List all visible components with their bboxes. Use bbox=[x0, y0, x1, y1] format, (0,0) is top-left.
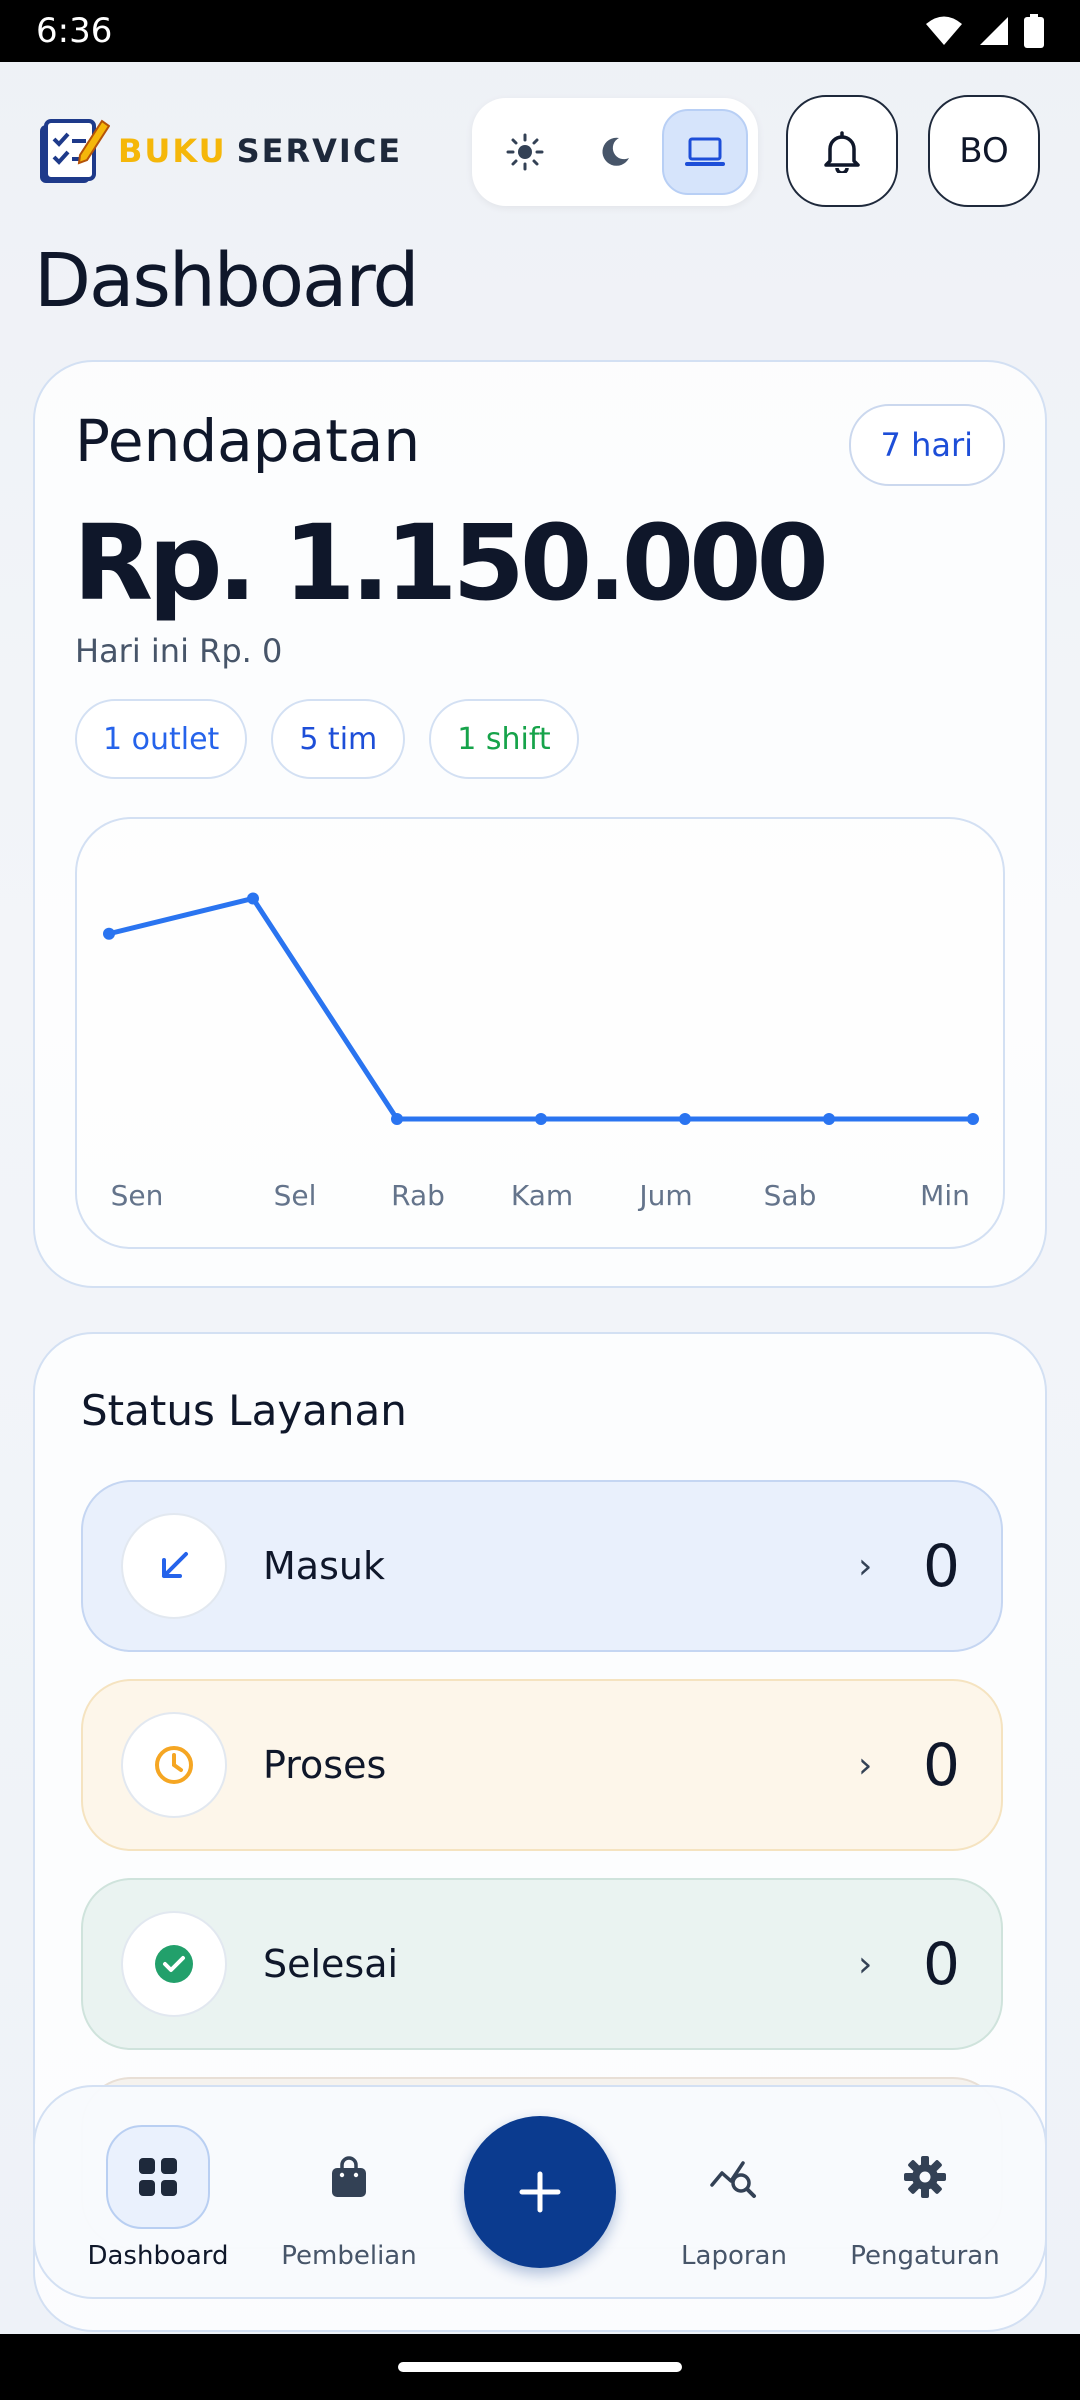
status-count: 0 bbox=[923, 1930, 960, 1998]
status-label: Proses bbox=[263, 1743, 387, 1787]
data-point-sel[interactable] bbox=[247, 892, 259, 905]
x-tick-label: Sab bbox=[764, 1179, 817, 1212]
nav-label: Laporan bbox=[681, 2241, 787, 2271]
nav-laporan[interactable]: Laporan bbox=[649, 2087, 819, 2301]
status-icon-wrap bbox=[121, 1911, 227, 2017]
x-tick-label: Jum bbox=[637, 1179, 692, 1212]
gear-icon bbox=[904, 2156, 946, 2198]
nav-label: Pembelian bbox=[281, 2241, 417, 2271]
x-tick-label: Sel bbox=[274, 1179, 317, 1212]
theme-switcher bbox=[472, 98, 758, 206]
status-icons bbox=[924, 14, 1044, 48]
home-indicator[interactable] bbox=[398, 2362, 682, 2372]
x-tick-label: Min bbox=[920, 1179, 970, 1212]
status-count: 0 bbox=[923, 1532, 960, 1600]
app-name-part2: SERVICE bbox=[236, 132, 403, 170]
notifications-button[interactable] bbox=[786, 95, 898, 207]
revenue-series-line bbox=[108, 895, 973, 1122]
x-tick-label: Sen bbox=[111, 1179, 164, 1212]
status-row-masuk[interactable]: Masuk › 0 bbox=[81, 1480, 1003, 1652]
status-icon-wrap bbox=[121, 1712, 227, 1818]
laptop-icon bbox=[685, 137, 725, 166]
revenue-amount: Rp. 1.150.000 bbox=[73, 502, 829, 624]
notebook-pencil-icon bbox=[40, 119, 110, 183]
chevron-right-icon: › bbox=[858, 1943, 873, 1985]
bell-icon bbox=[824, 131, 860, 173]
app-name-part1: BUKU bbox=[118, 132, 227, 170]
signal-icon bbox=[980, 17, 1008, 45]
app-logo[interactable]: BUKU SERVICE bbox=[36, 115, 402, 187]
nav-pembelian[interactable]: Pembelian bbox=[264, 2087, 434, 2301]
status-count: 0 bbox=[923, 1731, 960, 1799]
battery-icon bbox=[1024, 14, 1044, 48]
data-point-sab[interactable] bbox=[823, 1113, 835, 1125]
revenue-today: Hari ini Rp. 0 bbox=[75, 632, 283, 670]
plus-icon bbox=[519, 2171, 561, 2213]
dark-theme-button[interactable] bbox=[572, 109, 658, 195]
summary-pills: 1 outlet 5 tim 1 shift bbox=[75, 699, 579, 779]
data-point-min[interactable] bbox=[967, 1113, 979, 1125]
data-point-sen[interactable] bbox=[103, 927, 115, 940]
sun-icon bbox=[506, 133, 544, 171]
shopping-bag-icon bbox=[332, 2156, 366, 2197]
app-header: BUKU SERVICE BO bbox=[0, 95, 1080, 215]
nav-icon-wrap bbox=[873, 2125, 977, 2229]
clock-icon bbox=[155, 1746, 193, 1784]
status-row-proses[interactable]: Proses › 0 bbox=[81, 1679, 1003, 1851]
revenue-card: Pendapatan 7 hari Rp. 1.150.000 Hari ini… bbox=[33, 360, 1047, 1288]
chevron-right-icon: › bbox=[858, 1545, 873, 1587]
chevron-right-icon: › bbox=[858, 1744, 873, 1786]
status-icon-wrap bbox=[121, 1513, 227, 1619]
wifi-icon bbox=[926, 16, 962, 45]
page-title: Dashboard bbox=[34, 238, 419, 324]
nav-label: Pengaturan bbox=[850, 2241, 1000, 2271]
team-pill[interactable]: 5 tim bbox=[271, 699, 406, 779]
arrow-down-left-icon bbox=[162, 1552, 188, 1578]
system-theme-button[interactable] bbox=[662, 109, 748, 195]
data-point-rab[interactable] bbox=[391, 1113, 403, 1125]
system-status-bar: 6:36 bbox=[0, 0, 1080, 62]
status-label: Selesai bbox=[263, 1942, 399, 1986]
revenue-title: Pendapatan bbox=[75, 407, 421, 475]
nav-dashboard[interactable]: Dashboard bbox=[73, 2087, 243, 2301]
revenue-chart: Sen Sel Rab Kam Jum Sab Min bbox=[75, 817, 1005, 1249]
status-row-selesai[interactable]: Selesai › 0 bbox=[81, 1878, 1003, 2050]
x-tick-label: Rab bbox=[391, 1179, 445, 1212]
app-name: BUKU SERVICE bbox=[118, 132, 402, 170]
check-circle-icon bbox=[155, 1945, 193, 1983]
nav-icon-wrap bbox=[297, 2125, 401, 2229]
moon-icon bbox=[602, 137, 629, 166]
data-point-kam[interactable] bbox=[535, 1113, 547, 1125]
status-label: Masuk bbox=[263, 1544, 385, 1588]
range-filter-button[interactable]: 7 hari bbox=[848, 404, 1005, 486]
data-point-jum[interactable] bbox=[679, 1113, 691, 1125]
status-title: Status Layanan bbox=[81, 1386, 407, 1435]
light-theme-button[interactable] bbox=[482, 109, 568, 195]
nav-icon-wrap bbox=[106, 2125, 210, 2229]
clock-time: 6:36 bbox=[36, 11, 113, 51]
shift-pill[interactable]: 1 shift bbox=[429, 699, 579, 779]
x-tick-label: Kam bbox=[511, 1179, 573, 1212]
user-avatar-button[interactable]: BO bbox=[928, 95, 1040, 207]
report-search-icon bbox=[710, 2161, 756, 2198]
grid-icon bbox=[139, 2158, 177, 2196]
outlet-pill[interactable]: 1 outlet bbox=[75, 699, 248, 779]
revenue-line-chart: Sen Sel Rab Kam Jum Sab Min bbox=[103, 892, 979, 1212]
nav-icon-wrap bbox=[682, 2125, 786, 2229]
nav-label: Dashboard bbox=[87, 2241, 229, 2271]
add-button[interactable] bbox=[464, 2116, 616, 2268]
nav-pengaturan[interactable]: Pengaturan bbox=[840, 2087, 1010, 2301]
